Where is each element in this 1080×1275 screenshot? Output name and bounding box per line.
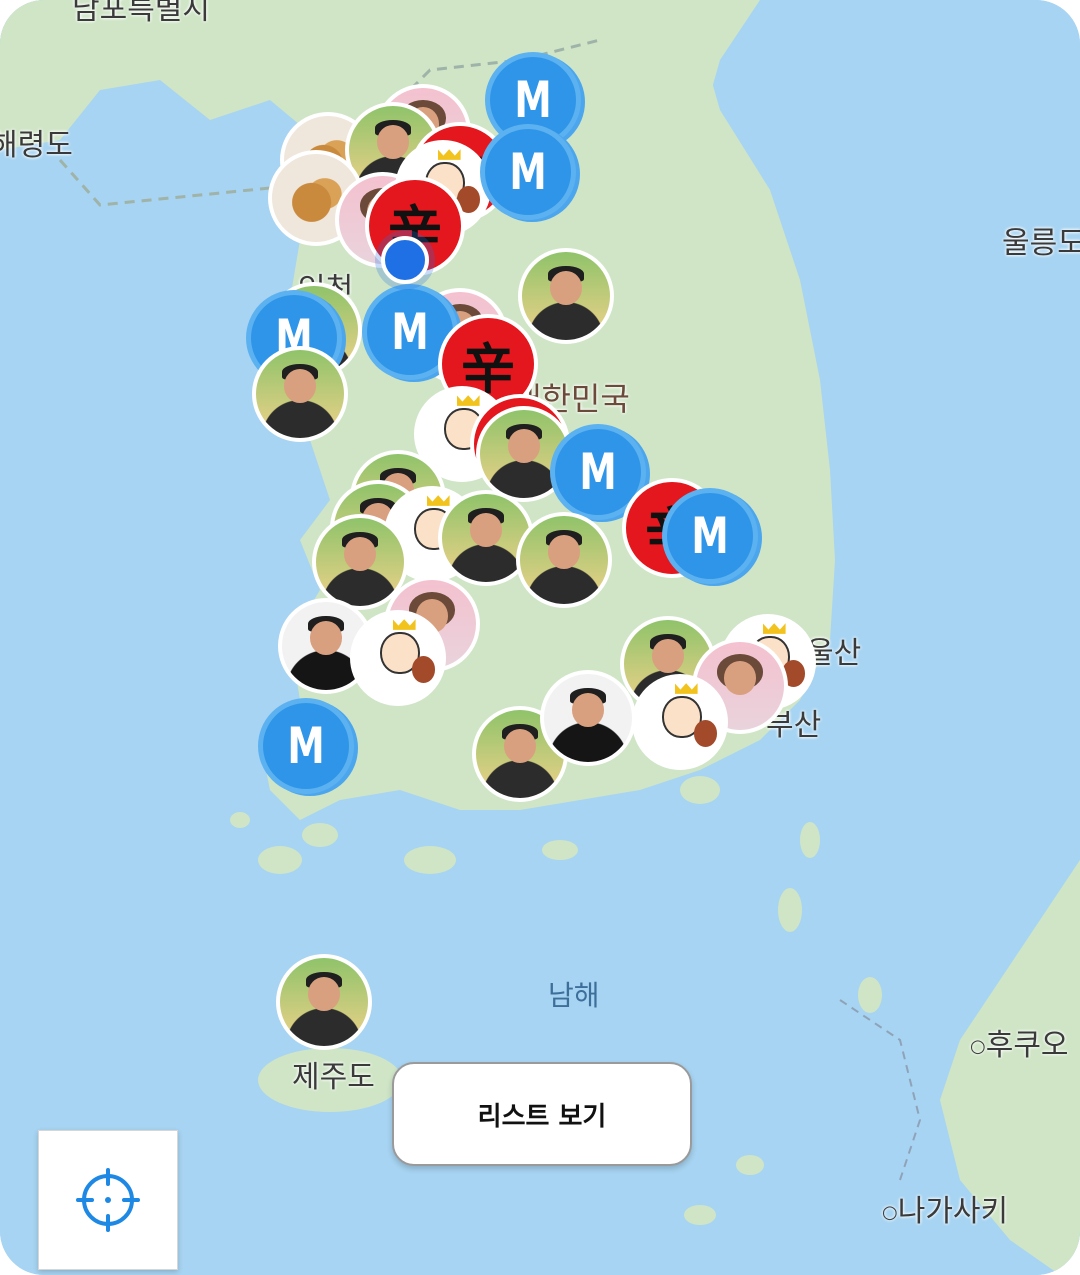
city-dot-icon: ○ — [970, 1036, 986, 1057]
current-location-dot — [381, 236, 429, 284]
map-marker-person[interactable] — [516, 512, 612, 608]
my-location-button[interactable] — [38, 1130, 178, 1270]
map-label-nagasaki: ○나가사키 — [882, 1194, 1009, 1229]
map-label-jeju: 제주도 — [292, 1060, 375, 1095]
view-list-button[interactable]: 리스트 보기 — [392, 1062, 692, 1166]
map-marker-person[interactable] — [252, 346, 348, 442]
map-marker-m[interactable]: M — [258, 698, 354, 794]
map-marker-m[interactable]: M — [480, 124, 576, 220]
map-marker-m[interactable]: M — [662, 488, 758, 584]
map-label-south-sea: 남해 — [548, 979, 600, 1012]
map-marker-cartoon[interactable] — [632, 674, 728, 770]
map-marker-person[interactable] — [276, 954, 372, 1050]
map-label-ulleung: 울릉도 — [1002, 226, 1080, 261]
map-label-fukuoka: ○후쿠오 — [970, 1028, 1069, 1063]
crosshair-icon — [76, 1168, 140, 1232]
map-label-hwanghae: 해령도 — [0, 128, 73, 163]
map-label-pyongyang: 남포특별시 — [72, 0, 210, 27]
map-marker-cartoon[interactable] — [350, 610, 446, 706]
map-marker-person[interactable] — [518, 248, 614, 344]
map-view[interactable]: 남포특별시 해령도 인천 대한민국 울산 부산 울릉도 제주도 남해 ○후쿠오 … — [0, 0, 1080, 1275]
map-marker-person[interactable] — [540, 670, 636, 766]
city-dot-icon: ○ — [882, 1202, 898, 1223]
